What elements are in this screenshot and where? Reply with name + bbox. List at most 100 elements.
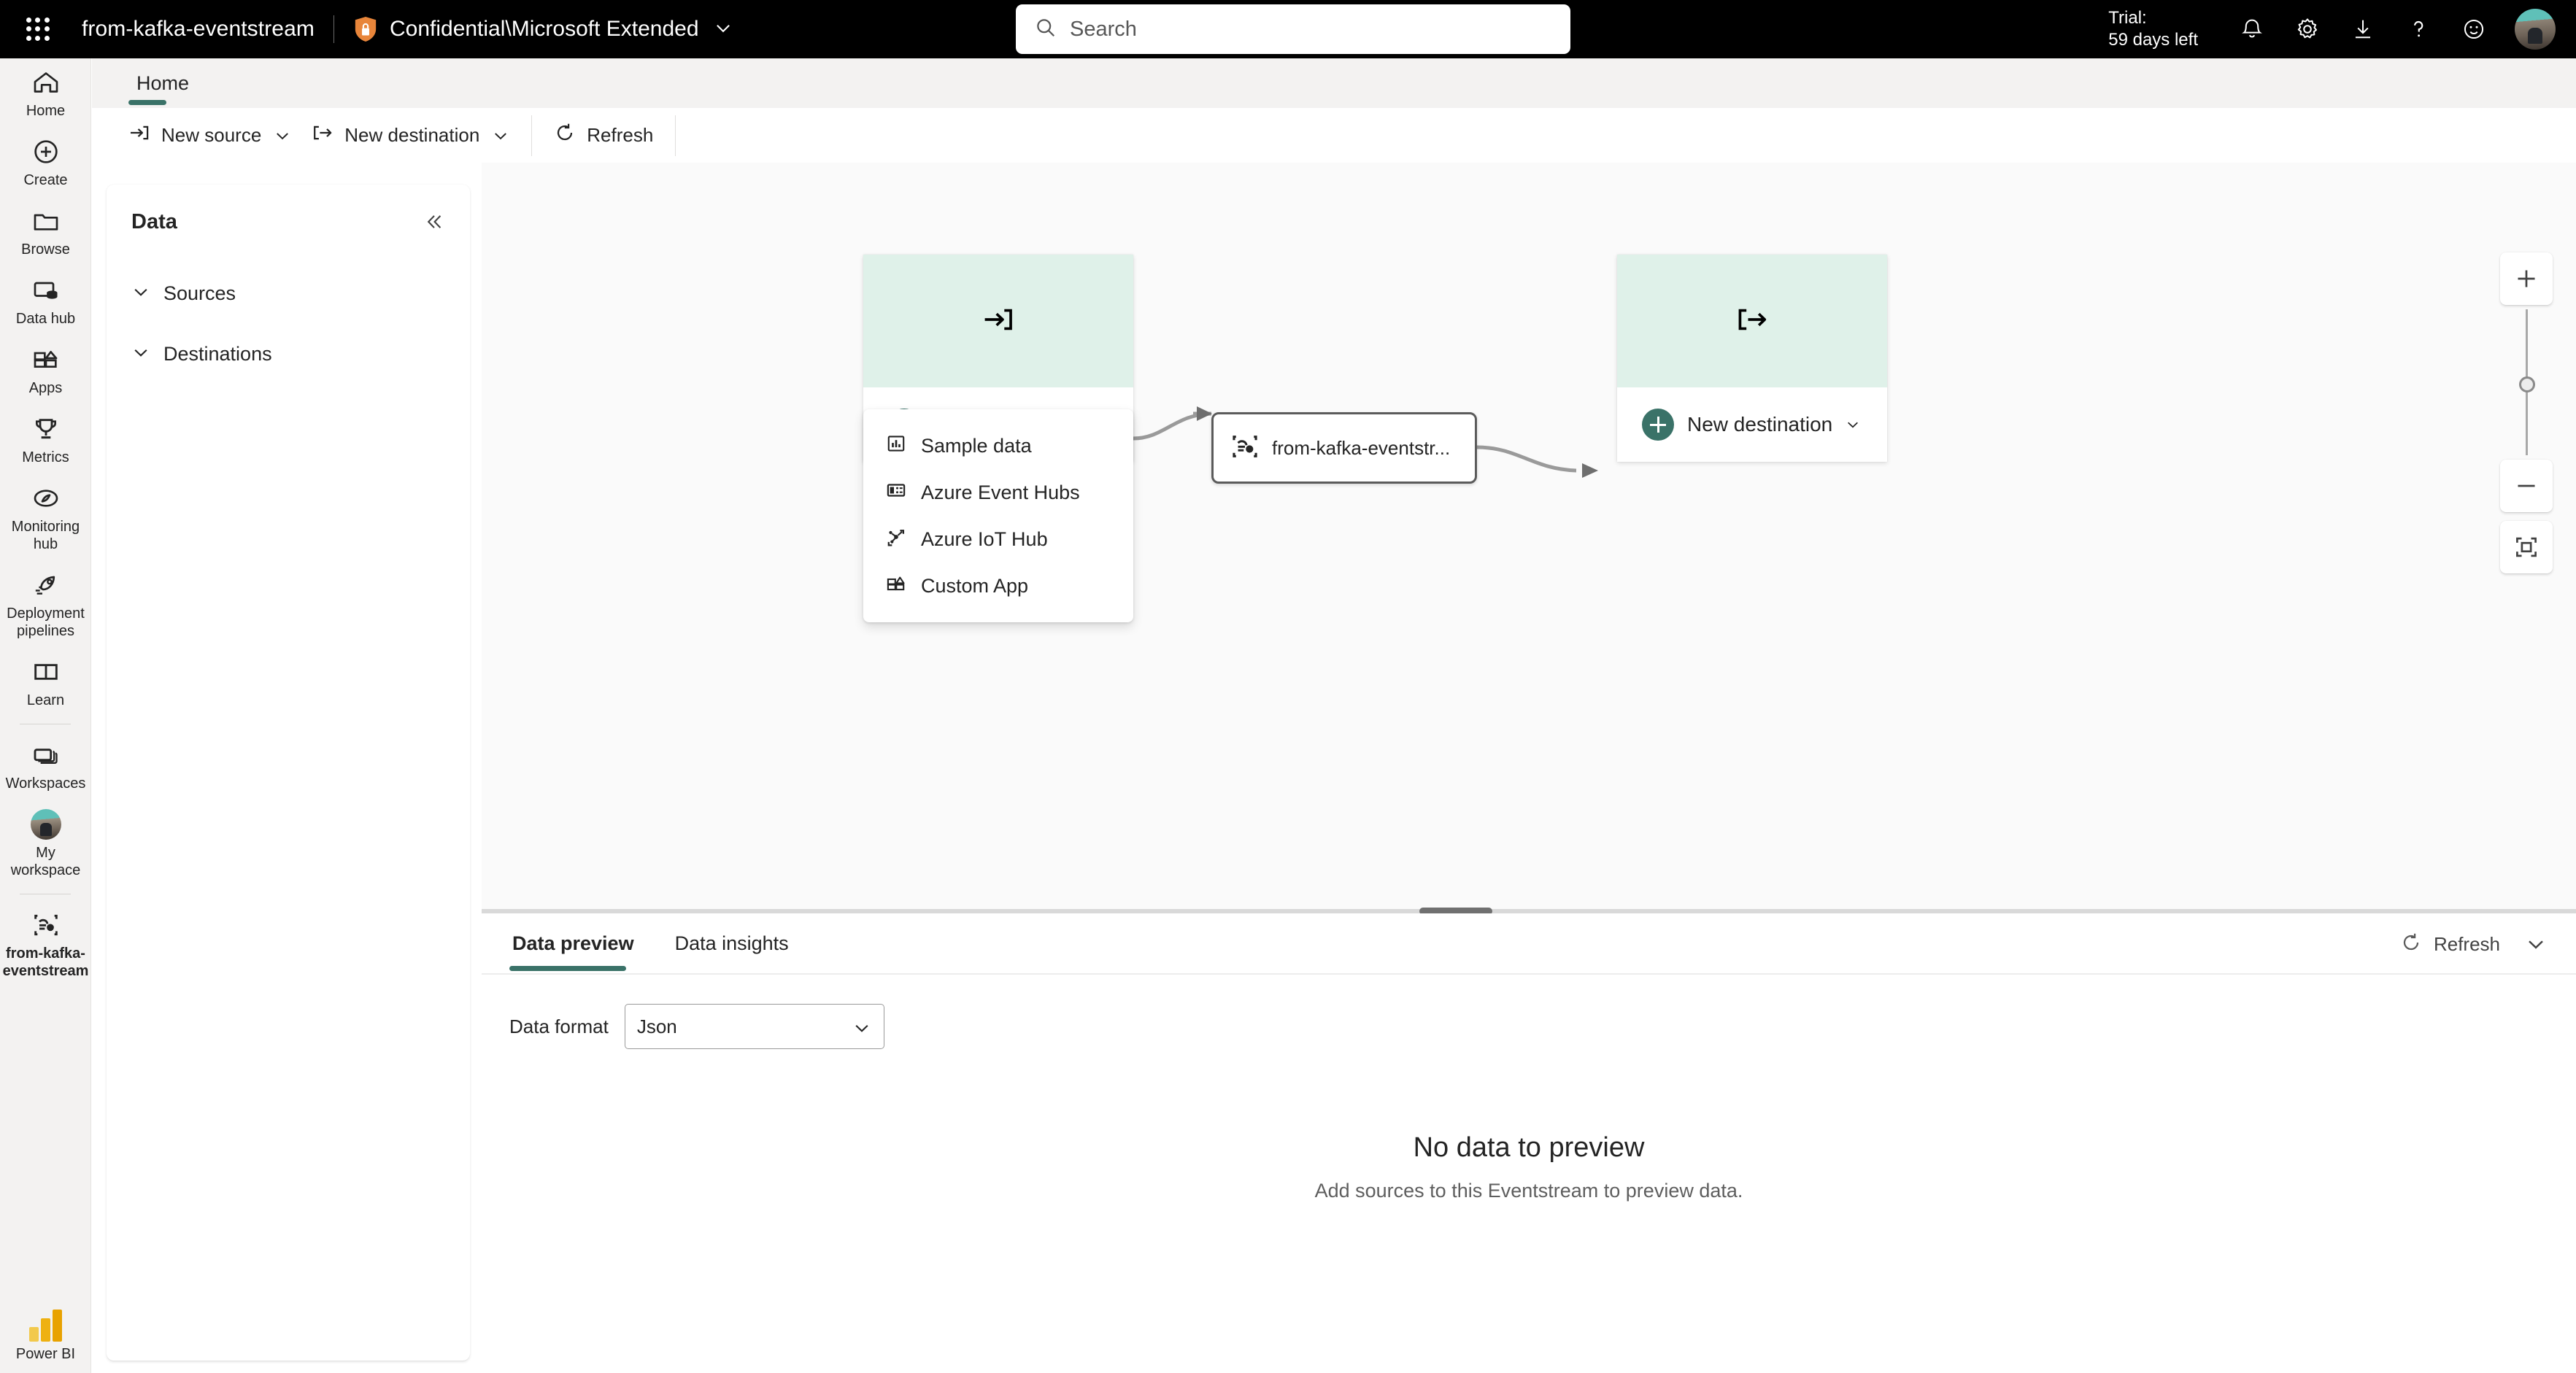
- zoom-out-button[interactable]: [2500, 460, 2553, 512]
- menu-item-azure-iot-hub[interactable]: Azure IoT Hub: [863, 516, 1133, 562]
- gear-icon[interactable]: [2280, 0, 2335, 58]
- fit-to-screen-button[interactable]: [2500, 521, 2553, 573]
- chevron-down-icon[interactable]: [131, 343, 150, 366]
- sidebar-item-data-hub[interactable]: Data hub: [0, 266, 90, 336]
- plus-circle-icon: [1642, 409, 1674, 441]
- tree-item-sources[interactable]: Sources: [107, 274, 470, 312]
- chevron-down-icon[interactable]: [131, 282, 150, 305]
- sidebar-item-create[interactable]: Create: [0, 128, 90, 197]
- new-destination-node-label: New destination: [1687, 413, 1833, 436]
- tree-item-label: Destinations: [163, 342, 272, 365]
- chevron-down-icon[interactable]: [1845, 417, 1861, 433]
- new-destination-node[interactable]: New destination: [1617, 255, 1887, 462]
- eventstream-canvas[interactable]: New source Sample data Azure Event Hubs …: [482, 163, 2576, 909]
- chevron-down-icon[interactable]: [714, 18, 733, 41]
- workspaces-icon: [31, 739, 61, 771]
- sidebar-item-label: from-kafka-eventstream: [2, 945, 89, 979]
- menu-item-sample-data[interactable]: Sample data: [863, 422, 1133, 469]
- double-chevron-left-icon[interactable]: [419, 206, 450, 237]
- preview-refresh-label: Refresh: [2433, 932, 2500, 955]
- zoom-slider[interactable]: [2500, 309, 2553, 455]
- data-pane: Data Sources Destinations: [107, 185, 470, 1361]
- menu-item-azure-event-hubs[interactable]: Azure Event Hubs: [863, 469, 1133, 516]
- left-nav-rail: Home Create Browse Data hub Apps Metrics: [0, 58, 91, 1373]
- new-source-button[interactable]: New source: [118, 114, 301, 158]
- empty-state: No data to preview Add sources to this E…: [482, 1132, 2576, 1202]
- event-hubs-icon: [885, 479, 907, 506]
- help-icon[interactable]: [2391, 0, 2446, 58]
- refresh-button[interactable]: Refresh: [544, 114, 663, 158]
- tree-item-label: Sources: [163, 282, 236, 304]
- eventstream-icon: [1230, 431, 1260, 465]
- arrow-into-box-icon: [982, 303, 1015, 340]
- sidebar-item-label: Data hub: [15, 311, 76, 327]
- feedback-smiley-icon[interactable]: [2446, 0, 2502, 58]
- eventstream-node[interactable]: from-kafka-eventstr...: [1211, 412, 1477, 484]
- data-preview-panel: Data preview Data insights Refresh Data …: [482, 913, 2576, 1373]
- app-launcher-icon[interactable]: [23, 15, 53, 44]
- sidebar-item-learn[interactable]: Learn: [0, 648, 90, 717]
- sidebar-item-label: Workspaces: [5, 776, 86, 792]
- sidebar-item-apps[interactable]: Apps: [0, 336, 90, 405]
- sidebar-item-label: Browse: [21, 241, 70, 258]
- command-bar-divider: [675, 115, 676, 156]
- sidebar-item-deployment-pipelines[interactable]: Deployment pipelines: [0, 561, 90, 648]
- data-pane-title: Data: [131, 209, 177, 233]
- tree-item-destinations[interactable]: Destinations: [107, 335, 470, 373]
- node-connectors: [1133, 406, 1598, 478]
- top-bar: from-kafka-eventstream Confidential\Micr…: [0, 0, 2576, 58]
- sidebar-item-home[interactable]: Home: [0, 58, 90, 128]
- workspace-name[interactable]: Confidential\Microsoft Extended: [390, 17, 699, 42]
- chevron-down-icon[interactable]: [492, 127, 509, 144]
- data-format-label: Data format: [509, 1015, 609, 1037]
- sensitivity-shield-icon: [353, 15, 378, 43]
- command-bar: New source New destination Refresh: [92, 108, 2576, 163]
- power-bi-footer[interactable]: Power BI: [0, 1310, 90, 1363]
- sidebar-item-from-kafka-eventstream[interactable]: from-kafka-eventstream: [0, 901, 90, 988]
- sidebar-item-browse[interactable]: Browse: [0, 197, 90, 266]
- sidebar-item-label: Learn: [26, 692, 65, 708]
- preview-refresh-group: Refresh: [2396, 913, 2551, 975]
- sidebar-item-metrics[interactable]: Metrics: [0, 405, 90, 474]
- arrow-out-of-box-icon: [312, 122, 333, 149]
- chevron-down-icon[interactable]: [274, 127, 291, 144]
- arrow-into-box-icon: [128, 122, 150, 149]
- new-destination-button[interactable]: New destination: [301, 114, 520, 158]
- menu-item-label: Sample data: [921, 434, 1032, 457]
- download-icon[interactable]: [2335, 0, 2391, 58]
- trial-status: Trial: 59 days left: [2108, 7, 2198, 52]
- zoom-in-button[interactable]: [2500, 252, 2553, 305]
- new-source-label: New source: [161, 124, 262, 146]
- sidebar-item-label: Apps: [28, 380, 63, 396]
- notification-bell-icon[interactable]: [2224, 0, 2280, 58]
- bar-chart-icon: [885, 433, 907, 460]
- tab-data-preview[interactable]: Data preview: [509, 913, 637, 974]
- menu-item-custom-app[interactable]: Custom App: [863, 562, 1133, 609]
- new-destination-node-button[interactable]: New destination: [1617, 387, 1887, 462]
- preview-refresh-button[interactable]: Refresh: [2396, 927, 2504, 962]
- folder-icon: [31, 205, 61, 237]
- search-input[interactable]: [1070, 17, 1531, 42]
- search-box[interactable]: [1016, 4, 1570, 54]
- data-format-select[interactable]: JsonCsvAvro: [624, 1004, 884, 1049]
- sidebar-item-workspaces[interactable]: Workspaces: [0, 731, 90, 800]
- tab-active-indicator: [128, 100, 166, 105]
- empty-state-title: No data to preview: [1413, 1132, 1645, 1163]
- monitoring-icon: [31, 482, 61, 514]
- user-avatar[interactable]: [2515, 9, 2556, 50]
- sidebar-item-label: My workspace: [10, 845, 81, 878]
- preview-tab-bar: Data preview Data insights Refresh: [482, 913, 2576, 975]
- chevron-down-icon[interactable]: [2521, 929, 2551, 959]
- search-container: [1016, 4, 1570, 54]
- trophy-icon: [31, 413, 61, 445]
- trial-label: Trial:: [2108, 7, 2147, 28]
- zoom-slider-thumb[interactable]: [2519, 376, 2535, 392]
- sidebar-item-monitoring-hub[interactable]: Monitoring hub: [0, 474, 90, 561]
- new-source-node-header: [863, 255, 1133, 387]
- tab-data-insights[interactable]: Data insights: [672, 913, 792, 974]
- eventstream-node-label: from-kafka-eventstr...: [1272, 436, 1451, 459]
- zoom-controls: [2500, 252, 2553, 573]
- data-format-row: Data format JsonCsvAvro: [482, 975, 2576, 1049]
- sidebar-item-my-workspace[interactable]: My workspace: [0, 800, 90, 887]
- new-source-menu[interactable]: Sample data Azure Event Hubs Azure IoT H…: [863, 409, 1133, 622]
